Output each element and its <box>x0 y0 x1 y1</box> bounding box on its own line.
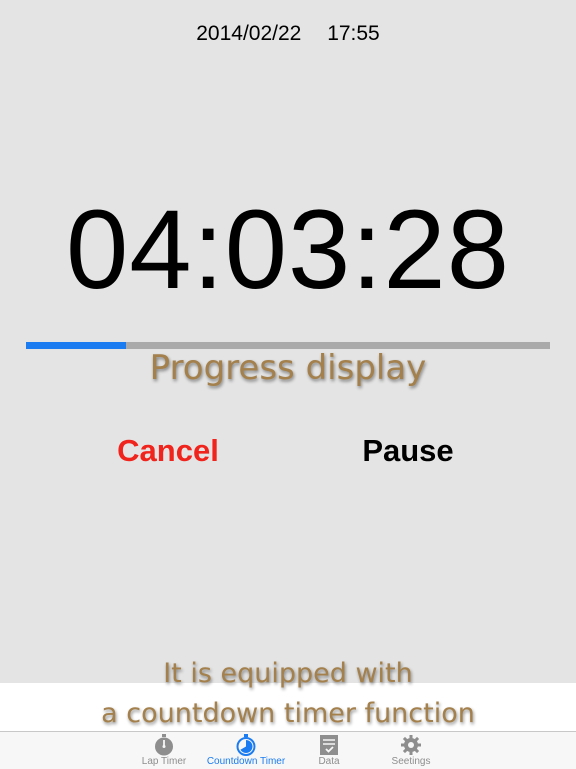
status-time: 17:55 <box>327 22 380 45</box>
pause-button[interactable]: Pause <box>308 433 508 469</box>
caption-progress: Progress display <box>149 348 427 388</box>
cancel-button[interactable]: Cancel <box>68 433 268 469</box>
tab-lap-timer[interactable]: Lap Timer <box>119 734 209 768</box>
status-bar: 2014/02/22 17:55 <box>0 22 576 46</box>
tab-label: Data <box>318 756 340 767</box>
status-date: 2014/02/22 <box>196 22 302 45</box>
countdown-display: 04:03:28 <box>66 187 510 312</box>
gear-icon <box>401 735 421 755</box>
tab-data[interactable]: Data <box>284 734 374 768</box>
tab-label: Seetings <box>391 756 431 767</box>
tab-label: Countdown Timer <box>206 756 286 767</box>
tab-settings[interactable]: Seetings <box>366 734 456 768</box>
caption-feature-line2: a countdown timer function <box>101 698 475 729</box>
stopwatch-icon <box>155 734 173 756</box>
tab-countdown-timer[interactable]: Countdown Timer <box>201 734 291 768</box>
tab-bar: Lap Timer Countdown Timer Data Seetings <box>0 731 576 769</box>
data-icon <box>320 735 338 755</box>
tab-label: Lap Timer <box>141 756 187 767</box>
caption-feature-line1: It is equipped with <box>163 658 413 689</box>
countdown-icon <box>236 734 256 756</box>
